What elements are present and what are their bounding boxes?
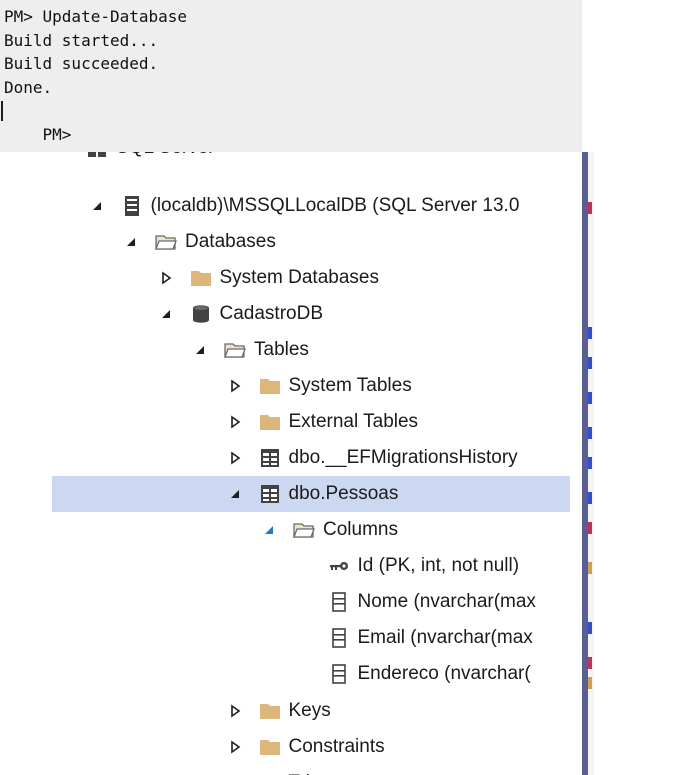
tree-item[interactable]: External Tables — [52, 404, 570, 440]
tree-item[interactable]: (localdb)\MSSQLLocalDB (SQL Server 13.0 — [52, 188, 570, 224]
console-line-done: Done. — [4, 77, 53, 97]
tree-item[interactable]: Endereco (nvarchar( — [52, 656, 570, 692]
tree-item-label: System Tables — [288, 375, 412, 396]
folder-open-icon — [224, 339, 246, 361]
tree-item-label: External Tables — [288, 411, 419, 432]
server-group-icon — [86, 152, 108, 159]
edge-mark — [588, 657, 592, 669]
tree-item-label: Keys — [288, 700, 331, 721]
console-caret — [1, 101, 3, 122]
edge-mark — [588, 202, 592, 214]
expand-arrow-icon[interactable] — [225, 701, 245, 721]
edge-mark — [588, 457, 592, 469]
tree-item-label: Email (nvarchar(max — [357, 627, 533, 648]
folder-icon — [259, 700, 281, 722]
console-line-build-started: Build started... — [4, 30, 159, 50]
tree-item[interactable]: CadastroDB — [52, 296, 570, 332]
tree-expander-spacer — [52, 152, 72, 158]
collapse-arrow-icon[interactable] — [190, 340, 210, 360]
edge-mark — [588, 392, 592, 404]
tree-item-label: Databases — [185, 231, 276, 252]
console-line-build-succeeded: Build succeeded. — [4, 54, 159, 74]
sql-server-object-explorer: SQL Server (localdb)\MSSQLLocalDB (SQL Se… — [0, 152, 688, 775]
tree-item-label: Nome (nvarchar(max — [357, 591, 536, 612]
tree-item[interactable]: Id (PK, int, not null) — [52, 548, 570, 584]
expand-arrow-icon[interactable] — [225, 376, 245, 396]
expand-arrow-icon[interactable] — [225, 448, 245, 468]
folder-open-icon — [293, 519, 315, 541]
tree-item[interactable]: dbo.__EFMigrationsHistory — [52, 440, 570, 476]
collapse-arrow-icon[interactable] — [225, 484, 245, 504]
tree-item[interactable]: Keys — [52, 693, 570, 729]
tree-item[interactable]: SQL Server — [52, 152, 570, 166]
edge-mark — [588, 327, 592, 339]
server-icon — [121, 195, 143, 217]
editor-edge — [582, 152, 594, 775]
table-icon — [259, 447, 281, 469]
folder-icon — [259, 411, 281, 433]
tree-item-label: dbo.Pessoas — [288, 483, 399, 504]
tree-item-label: Id (PK, int, not null) — [357, 555, 520, 576]
collapse-arrow-icon[interactable] — [87, 196, 107, 216]
console-prompt-line[interactable]: PM> — [1, 99, 582, 144]
tree-item-label: Endereco (nvarchar( — [357, 663, 531, 684]
folder-icon — [259, 736, 281, 758]
tree-expander-spacer — [294, 664, 314, 684]
key-icon — [328, 555, 350, 577]
tree-item[interactable]: Triggers — [52, 765, 570, 775]
expand-arrow-icon[interactable] — [225, 412, 245, 432]
tree-item[interactable]: Email (nvarchar(max — [52, 620, 570, 656]
edge-mark — [588, 357, 592, 369]
console-prompt: PM> — [42, 124, 72, 144]
tree-item-label: Constraints — [288, 736, 385, 757]
tree-item[interactable]: Constraints — [52, 729, 570, 765]
tree-item-label: CadastroDB — [219, 303, 324, 324]
collapse-arrow-icon[interactable] — [156, 304, 176, 324]
tree-expander-spacer — [294, 628, 314, 648]
edge-mark — [588, 562, 592, 574]
tree-expander-spacer — [294, 556, 314, 576]
edge-mark — [588, 522, 592, 534]
expand-arrow-icon[interactable] — [225, 737, 245, 757]
edge-mark — [588, 492, 592, 504]
tree-item-label: Tables — [254, 339, 309, 360]
edge-mark — [588, 427, 592, 439]
object-explorer-tree[interactable]: SQL Server (localdb)\MSSQLLocalDB (SQL Se… — [52, 152, 570, 775]
package-manager-console[interactable]: PM> Update-Database Build started... Bui… — [0, 0, 582, 152]
tree-item[interactable]: System Databases — [52, 260, 570, 296]
tree-item-label: System Databases — [219, 267, 379, 288]
tree-item-label: Columns — [323, 519, 398, 540]
column-icon — [328, 627, 350, 649]
tree-item-label: dbo.__EFMigrationsHistory — [288, 447, 518, 468]
tree-item[interactable]: Databases — [52, 224, 570, 260]
tree-item[interactable]: System Tables — [52, 368, 570, 404]
table-icon — [259, 483, 281, 505]
tree-item-label: (localdb)\MSSQLLocalDB (SQL Server 13.0 — [150, 195, 520, 216]
tree-item[interactable]: dbo.Pessoas — [52, 476, 570, 512]
expand-arrow-icon[interactable] — [156, 268, 176, 288]
collapse-arrow-icon[interactable] — [121, 232, 141, 252]
tree-item[interactable]: Columns — [52, 512, 570, 548]
edge-mark — [588, 677, 592, 689]
collapse-arrow-icon[interactable] — [259, 520, 279, 540]
folder-open-icon — [155, 231, 177, 253]
database-icon — [190, 303, 212, 325]
tree-expander-spacer — [294, 592, 314, 612]
tree-item[interactable]: Tables — [52, 332, 570, 368]
folder-icon — [190, 267, 212, 289]
column-icon — [328, 663, 350, 685]
console-line-command: PM> Update-Database — [4, 7, 188, 26]
folder-icon — [259, 375, 281, 397]
edge-mark — [588, 622, 592, 634]
column-icon — [328, 591, 350, 613]
tree-item[interactable]: Nome (nvarchar(max — [52, 584, 570, 620]
tree-item-label: SQL Server — [116, 152, 215, 159]
